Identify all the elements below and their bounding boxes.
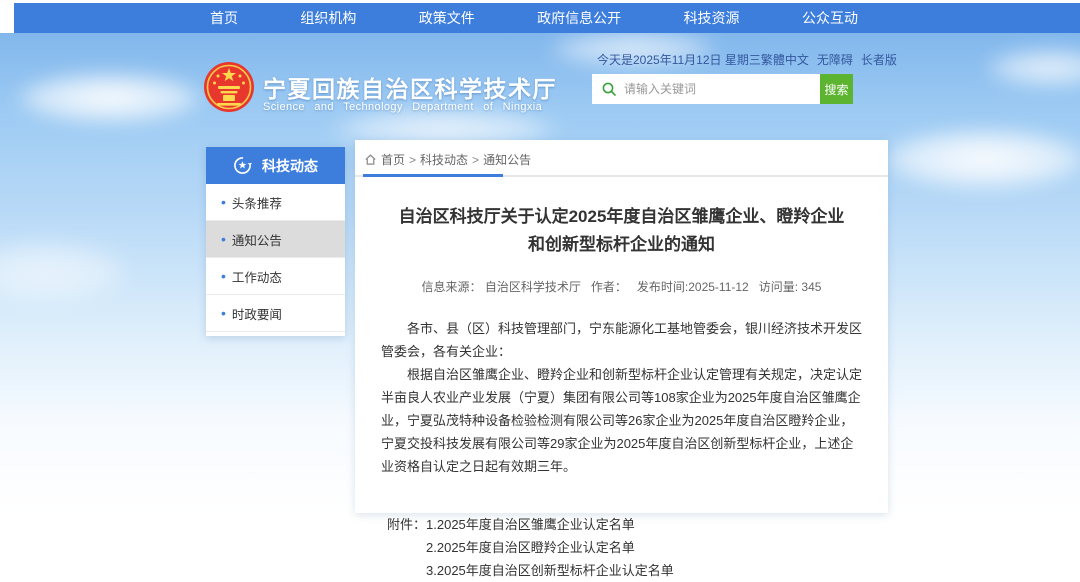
search-button[interactable]: 搜索 bbox=[820, 74, 853, 104]
article-title-line1: 自治区科技厅关于认定2025年度自治区雏鹰企业、瞪羚企业 bbox=[385, 203, 858, 231]
attachment-eagle-list[interactable]: 1.2025年度自治区雏鹰企业认定名单 bbox=[426, 513, 674, 536]
sidebar-item-label: 工作动态 bbox=[232, 267, 282, 286]
sidebar-item-label: 头条推荐 bbox=[232, 193, 282, 212]
sidebar-tech-news: 科技动态 • 头条推荐 • 通知公告 • 工作动态 • 时政要闻 bbox=[206, 147, 345, 336]
nav-menu: 首页 组织机构 政策文件 政府信息公开 科技资源 公众互动 bbox=[210, 8, 858, 28]
article-paragraph: 根据自治区雏鹰企业、瞪羚企业和创新型标杆企业认定管理有关规定，决定认定半亩良人农… bbox=[381, 363, 862, 478]
meta-visit-count: 访问量: 345 bbox=[759, 278, 822, 295]
sidebar-item-label: 时政要闻 bbox=[232, 304, 282, 323]
sidebar-item-political-news[interactable]: • 时政要闻 bbox=[206, 295, 345, 332]
bullet-icon: • bbox=[221, 306, 226, 320]
site-title-english: Science and Technology Department of Nin… bbox=[263, 101, 548, 113]
sidebar-item-label: 通知公告 bbox=[232, 230, 282, 249]
national-emblem-logo bbox=[203, 60, 255, 114]
breadcrumb-divider bbox=[355, 175, 888, 177]
nav-item-policy-documents[interactable]: 政策文件 bbox=[419, 8, 475, 28]
cloud-decoration bbox=[880, 128, 1080, 190]
attachments-label: 附件： bbox=[387, 513, 426, 582]
bullet-icon: • bbox=[221, 269, 226, 283]
bullet-icon: • bbox=[221, 195, 226, 209]
meta-source: 信息来源： 自治区科学技术厅 bbox=[422, 278, 581, 295]
nav-item-tech-resources[interactable]: 科技资源 bbox=[684, 8, 740, 28]
sidebar-header: 科技动态 bbox=[206, 147, 345, 184]
meta-author: 作者： bbox=[591, 278, 627, 295]
nav-item-home[interactable]: 首页 bbox=[210, 8, 238, 28]
breadcrumb: 首页 > 科技动态 > 通知公告 bbox=[355, 140, 888, 175]
search-bar: 搜索 bbox=[592, 74, 853, 104]
top-navigation-bar: 首页 组织机构 政策文件 政府信息公开 科技资源 公众互动 bbox=[14, 3, 1080, 33]
dynamic-star-icon bbox=[233, 156, 252, 175]
link-elderly-version[interactable]: 长者版 bbox=[861, 51, 897, 68]
attachment-benchmark-list[interactable]: 3.2025年度自治区创新型标杆企业认定名单 bbox=[426, 559, 674, 582]
link-accessibility[interactable]: 无障碍 bbox=[817, 51, 853, 68]
link-traditional-chinese[interactable]: 繁體中文 bbox=[761, 51, 809, 68]
meta-publish-date: 发布时间:2025-11-12 bbox=[637, 278, 749, 295]
sidebar-title: 科技动态 bbox=[262, 156, 318, 176]
site-title: 宁夏回族自治区科学技术厅 bbox=[263, 70, 557, 104]
article-paragraph: 各市、县（区）科技管理部门，宁东能源化工基地管委会，银川经济技术开发区管委会，各… bbox=[381, 317, 862, 363]
current-date-text: 今天是2025年11月12日 星期三 bbox=[597, 51, 761, 68]
article-panel: 首页 > 科技动态 > 通知公告 自治区科技厅关于认定2025年度自治区雏鹰企业… bbox=[355, 140, 888, 513]
header-utility-bar: 今天是2025年11月12日 星期三 繁體中文 无障碍 长者版 bbox=[597, 51, 873, 68]
breadcrumb-separator: > bbox=[409, 153, 416, 167]
breadcrumb-separator: > bbox=[472, 153, 479, 167]
nav-item-organization[interactable]: 组织机构 bbox=[300, 8, 356, 28]
cloud-decoration bbox=[15, 72, 205, 124]
bullet-icon: • bbox=[221, 232, 226, 246]
breadcrumb-tech-news[interactable]: 科技动态 bbox=[420, 151, 468, 168]
attachment-gazelle-list[interactable]: 2.2025年度自治区瞪羚企业认定名单 bbox=[426, 536, 674, 559]
breadcrumb-notices[interactable]: 通知公告 bbox=[483, 151, 531, 168]
attachments-block: 附件： 1.2025年度自治区雏鹰企业认定名单 2.2025年度自治区瞪羚企业认… bbox=[387, 513, 888, 582]
article-meta: 信息来源： 自治区科学技术厅 作者： 发布时间:2025-11-12 访问量: … bbox=[355, 278, 888, 295]
sidebar-item-notices[interactable]: • 通知公告 bbox=[206, 221, 345, 258]
home-icon bbox=[364, 153, 377, 166]
search-icon bbox=[602, 82, 616, 96]
breadcrumb-home[interactable]: 首页 bbox=[381, 151, 405, 168]
sidebar-item-work-updates[interactable]: • 工作动态 bbox=[206, 258, 345, 295]
article-body: 各市、县（区）科技管理部门，宁东能源化工基地管委会，银川经济技术开发区管委会，各… bbox=[355, 317, 888, 478]
search-input[interactable] bbox=[592, 74, 820, 104]
article-title-line2: 和创新型标杆企业的通知 bbox=[385, 231, 858, 259]
article-title: 自治区科技厅关于认定2025年度自治区雏鹰企业、瞪羚企业 和创新型标杆企业的通知 bbox=[385, 203, 858, 259]
nav-item-public-interaction[interactable]: 公众互动 bbox=[802, 8, 858, 28]
sidebar-item-headlines[interactable]: • 头条推荐 bbox=[206, 184, 345, 221]
nav-item-gov-info-disclosure[interactable]: 政府信息公开 bbox=[537, 8, 621, 28]
